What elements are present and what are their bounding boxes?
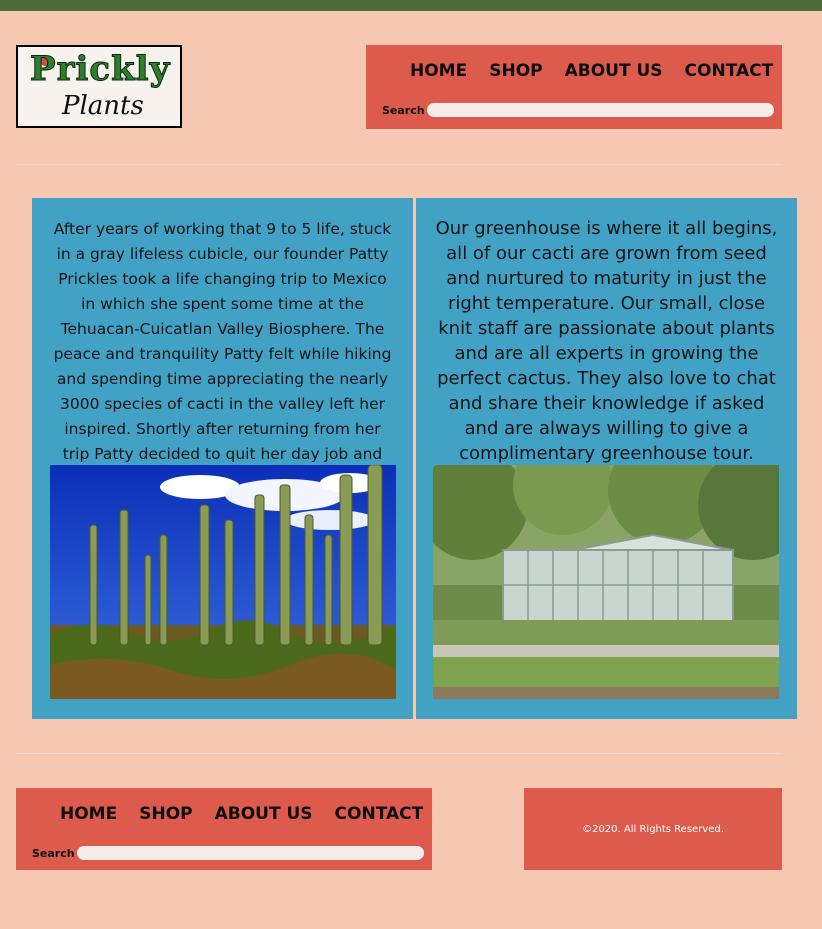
divider-bottom (16, 753, 782, 754)
footer-nav-links: HOME SHOP ABOUT US CONTACT (60, 804, 423, 824)
footer-search-label: Search (32, 847, 75, 860)
footer-nav-about-us[interactable]: ABOUT US (215, 804, 313, 824)
copyright-text: ©2020. All Rights Reserved. (582, 824, 724, 835)
footer-search-input[interactable] (77, 846, 424, 860)
nav-shop[interactable]: SHOP (489, 61, 542, 81)
site-logo[interactable]: Prickly Plants (16, 45, 182, 128)
greenhouse-panel: Our greenhouse is where it all begins, a… (416, 198, 797, 719)
greenhouse-text: Our greenhouse is where it all begins, a… (435, 218, 778, 464)
footer-nav-home[interactable]: HOME (60, 804, 117, 824)
founder-story-panel: After years of working that 9 to 5 life,… (32, 198, 413, 719)
nav-home[interactable]: HOME (410, 61, 467, 81)
footer-nav-contact[interactable]: CONTACT (335, 804, 424, 824)
search-input[interactable] (427, 103, 774, 117)
search-label: Search (382, 104, 425, 117)
top-bar (0, 0, 822, 11)
cactus-valley-photo (50, 465, 396, 699)
greenhouse-photo (433, 465, 779, 699)
copyright-box: ©2020. All Rights Reserved. (524, 788, 782, 870)
footer-nav: HOME SHOP ABOUT US CONTACT Search (16, 788, 432, 870)
header-nav: HOME SHOP ABOUT US CONTACT Search (366, 45, 782, 129)
nav-contact[interactable]: CONTACT (685, 61, 774, 81)
footer-nav-shop[interactable]: SHOP (139, 804, 192, 824)
logo-word-prickly: Prickly (29, 49, 171, 90)
nav-links: HOME SHOP ABOUT US CONTACT (410, 61, 773, 81)
logo-word-plants: Plants (62, 91, 144, 121)
founder-story-text: After years of working that 9 to 5 life,… (53, 220, 392, 488)
nav-about-us[interactable]: ABOUT US (565, 61, 663, 81)
divider-top (16, 164, 782, 165)
